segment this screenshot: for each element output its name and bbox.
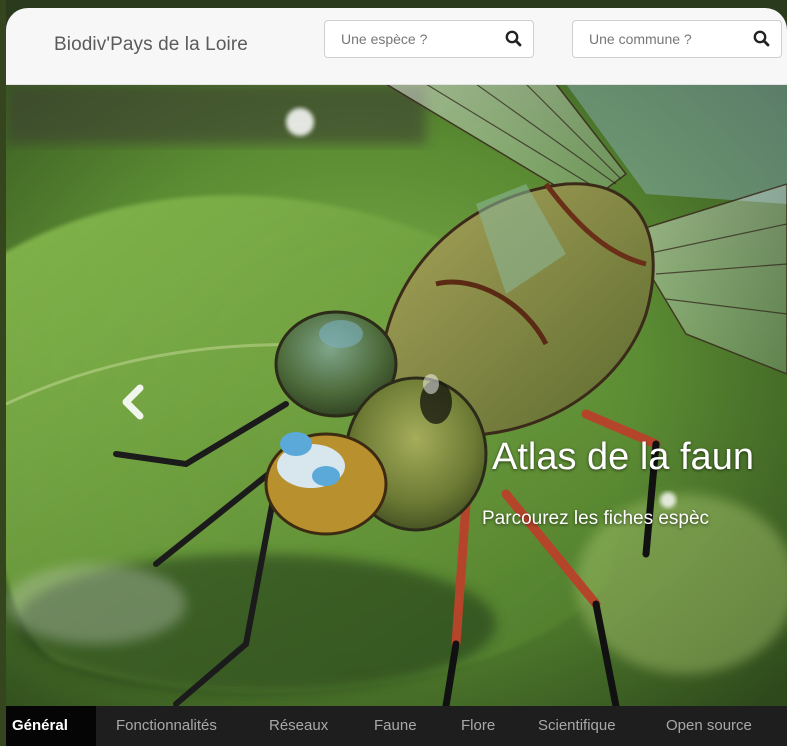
tab-open-source[interactable]: Open source [666, 706, 752, 746]
tab-fonctionnalites[interactable]: Fonctionnalités [116, 706, 217, 746]
commune-search-input[interactable] [573, 21, 738, 57]
species-search-box [324, 20, 534, 58]
tab-scientifique[interactable]: Scientifique [538, 706, 616, 746]
species-search-input[interactable] [325, 21, 490, 57]
species-search-button[interactable] [501, 26, 527, 52]
site-brand[interactable]: Biodiv'Pays de la Loire [54, 34, 248, 56]
site-header: Biodiv'Pays de la Loire [6, 8, 787, 85]
section-tabs: Général Fonctionnalités Réseaux Faune Fl… [6, 706, 787, 746]
tab-faune[interactable]: Faune [374, 706, 417, 746]
chevron-left-icon [122, 384, 144, 420]
search-icon [753, 30, 770, 47]
tab-flore[interactable]: Flore [461, 706, 495, 746]
hero-title: Atlas de la faun [492, 436, 754, 478]
tab-general[interactable]: Général [6, 706, 96, 746]
hero-subtitle: Parcourez les fiches espèc [482, 508, 710, 529]
commune-search-button[interactable] [749, 26, 775, 52]
commune-search-box [572, 20, 782, 58]
browser-frame: Biodiv'Pays de la Loire Une espèce ? Une… [6, 8, 787, 746]
hero-carousel: Atlas de la faun Parcourez les fiches es… [6, 84, 787, 706]
tab-reseaux[interactable]: Réseaux [269, 706, 328, 746]
search-icon [505, 30, 522, 47]
carousel-prev-button[interactable] [116, 382, 150, 422]
